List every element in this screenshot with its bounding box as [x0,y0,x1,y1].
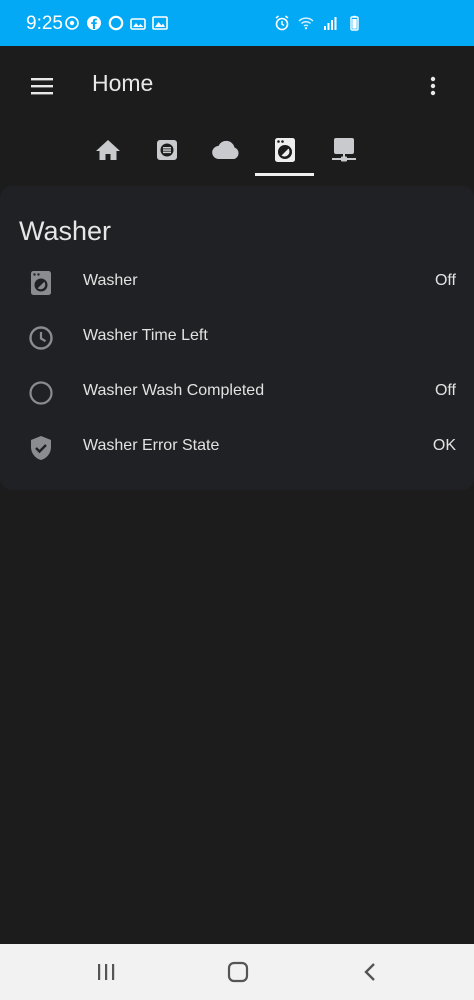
back-button[interactable] [350,956,390,988]
page-title: Home [92,70,154,96]
facebook-icon [87,16,101,30]
washer-card: Washer Washer Off Washer Time Left Washe… [0,186,474,490]
recent-apps-button[interactable] [86,956,126,988]
menu-icon [31,78,53,95]
entity-state: OK [432,437,456,454]
tab-network[interactable] [314,126,373,174]
entity-label: Washer [83,272,138,289]
network-icon [331,138,356,162]
card-title: Washer [19,216,112,246]
gallery-icon [130,18,146,30]
more-vert-icon [430,76,436,96]
app-bar: Home [0,46,474,178]
entity-row-washer-wash-completed[interactable]: Washer Wash Completed Off [0,365,474,420]
entity-row-washer-error-state[interactable]: Washer Error State OK [0,420,474,475]
entity-label: Washer Time Left [83,327,208,344]
washing-machine-icon [28,270,54,296]
entity-row-washer-time-left[interactable]: Washer Time Left [0,310,474,365]
sync-icon [65,16,79,30]
washing-machine-icon [274,138,295,162]
alarm-icon [275,15,289,31]
circle-outline-icon [28,380,54,406]
entity-state: Off [434,382,456,399]
photo-icon [152,16,168,30]
home-button-icon [227,961,249,983]
shield-check-icon [28,435,54,461]
view-tabs [78,126,373,178]
tab-washer[interactable] [255,126,314,176]
home-icon [95,140,120,160]
entity-row-washer[interactable]: Washer Off [0,255,474,310]
overflow-menu-button[interactable] [420,66,446,106]
entity-label: Washer Wash Completed [83,382,265,399]
back-icon [364,963,375,981]
status-bar: 9:25 [0,0,474,46]
entity-state: Off [434,272,456,289]
recent-apps-icon [98,964,115,980]
entity-label: Washer Error State [83,437,220,454]
tab-home[interactable] [78,126,137,174]
circle-app-icon [108,15,124,31]
list-icon [156,140,177,160]
wifi-icon [298,17,314,30]
tab-cloud[interactable] [196,126,255,174]
signal-icon [324,17,337,30]
clock-icon [28,325,54,351]
battery-icon [350,15,359,31]
menu-button[interactable] [22,66,62,106]
home-button[interactable] [218,956,258,988]
system-nav-bar [0,944,474,1000]
status-left-icons [64,15,168,31]
tab-list[interactable] [137,126,196,174]
status-right-icons [274,15,362,31]
cloud-icon [211,140,239,160]
status-time: 9:25 [26,13,63,34]
